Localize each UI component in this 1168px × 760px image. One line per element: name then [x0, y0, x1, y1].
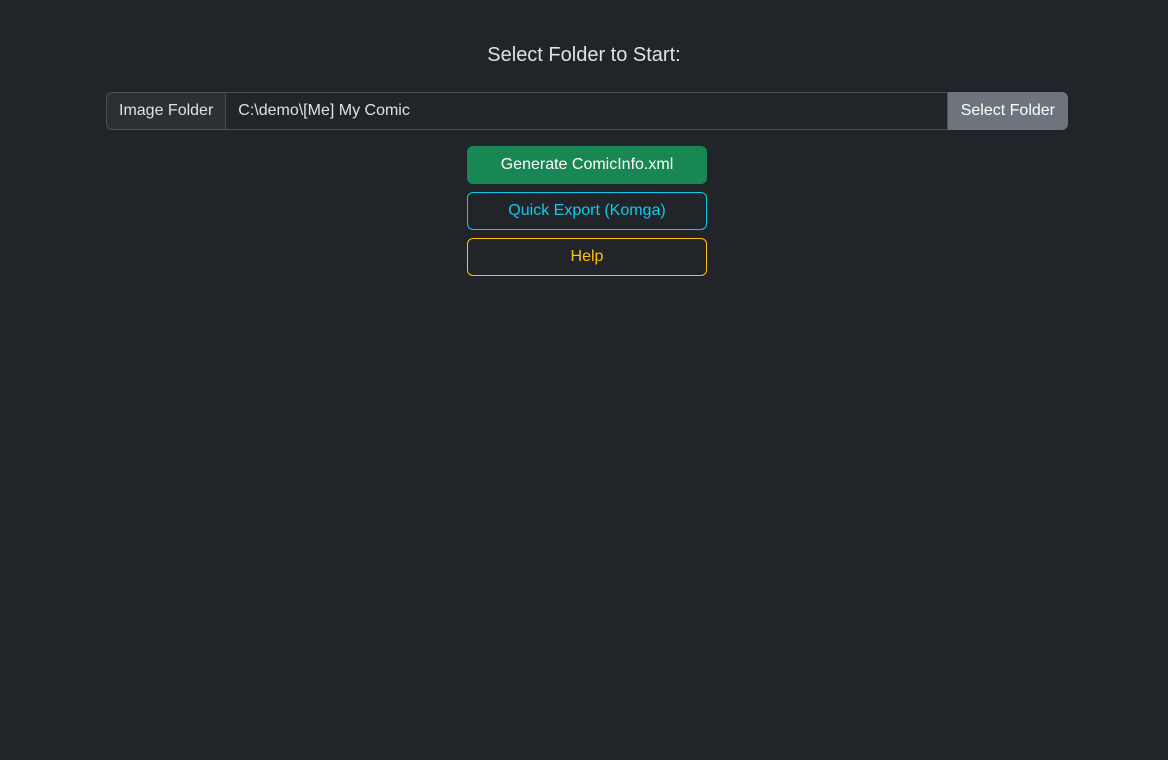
image-folder-label: Image Folder [106, 92, 226, 130]
page-heading: Select Folder to Start: [487, 44, 681, 66]
folder-path-input[interactable] [225, 92, 948, 130]
folder-picker-group: Image Folder Select Folder [106, 92, 1068, 130]
generate-comicinfo-button[interactable]: Generate ComicInfo.xml [467, 146, 707, 184]
select-folder-button[interactable]: Select Folder [947, 92, 1068, 130]
help-button[interactable]: Help [467, 238, 707, 276]
main-page: Select Folder to Start: Image Folder Sel… [0, 0, 1168, 760]
quick-export-button[interactable]: Quick Export (Komga) [467, 192, 707, 230]
